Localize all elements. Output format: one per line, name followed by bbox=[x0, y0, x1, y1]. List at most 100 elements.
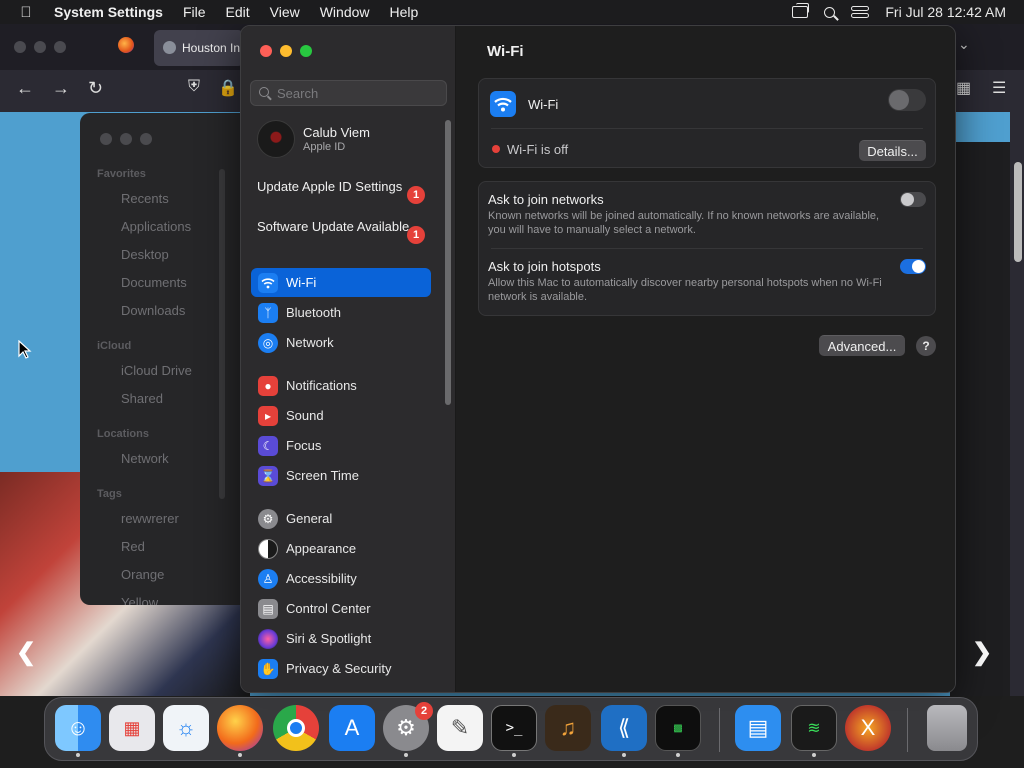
finder-item-network[interactable]: Network bbox=[121, 451, 169, 466]
sidebar-item-label: Network bbox=[286, 335, 334, 350]
sidebar-item-label: Bluetooth bbox=[286, 305, 341, 320]
moon-icon: ☾ bbox=[258, 435, 278, 456]
window-zoom-button[interactable] bbox=[300, 45, 312, 57]
trash-dock-icon[interactable] bbox=[927, 705, 967, 751]
finder-item-recents[interactable]: Recents bbox=[121, 191, 169, 206]
browser-close-button[interactable] bbox=[14, 41, 26, 53]
sidebar-item-general[interactable]: ⚙ General bbox=[251, 504, 431, 533]
sidebar-scrollbar[interactable] bbox=[445, 120, 451, 405]
window-close-button[interactable] bbox=[260, 45, 272, 57]
menu-help[interactable]: Help bbox=[380, 4, 429, 20]
finder-zoom-button[interactable] bbox=[140, 133, 152, 145]
terminal-dock-icon[interactable]: >_ bbox=[491, 705, 537, 751]
screen-mirroring-icon[interactable] bbox=[792, 3, 810, 18]
ask-hotspots-toggle[interactable] bbox=[900, 259, 926, 274]
settings-search-input[interactable]: Search bbox=[250, 80, 447, 106]
apple-menu-icon[interactable]:  bbox=[0, 4, 52, 21]
menu-window[interactable]: Window bbox=[310, 4, 380, 20]
page-title: Wi-Fi bbox=[487, 43, 524, 60]
sidebar-item-notifications[interactable]: ● Notifications bbox=[251, 371, 431, 400]
browser-scrollbar[interactable] bbox=[1014, 162, 1022, 262]
textedit-dock-icon[interactable]: ✎ bbox=[437, 705, 483, 751]
sidebar-item-control-center[interactable]: ▤ Control Center bbox=[251, 594, 431, 623]
control-center-icon: ▤ bbox=[258, 598, 278, 619]
running-indicator bbox=[238, 753, 242, 757]
firefox-dock-icon[interactable] bbox=[217, 705, 263, 751]
launchpad-dock-icon[interactable]: ▦ bbox=[109, 705, 155, 751]
window-minimize-button[interactable] bbox=[280, 45, 292, 57]
finder-dock-icon[interactable]: ☺ bbox=[55, 705, 101, 751]
finder-tag-red[interactable]: Red bbox=[121, 539, 145, 554]
control-center-icon[interactable] bbox=[851, 5, 870, 19]
sidebar-item-focus[interactable]: ☾ Focus bbox=[251, 431, 431, 460]
safari-dock-icon[interactable]: ☼ bbox=[163, 705, 209, 751]
finder-scrollbar[interactable] bbox=[219, 169, 225, 499]
advanced-button[interactable]: Advanced... bbox=[819, 335, 905, 356]
help-button[interactable]: ? bbox=[916, 336, 936, 356]
wifi-toggle[interactable] bbox=[888, 89, 926, 111]
menu-edit[interactable]: Edit bbox=[216, 4, 260, 20]
exec-dock-icon[interactable]: ▩ bbox=[655, 705, 701, 751]
browser-minimize-button[interactable] bbox=[34, 41, 46, 53]
finder-item-desktop[interactable]: Desktop bbox=[121, 247, 169, 262]
search-icon bbox=[259, 87, 269, 97]
sidebar-item-label: Privacy & Security bbox=[286, 661, 392, 676]
wifi-icon bbox=[490, 91, 516, 117]
back-arrow-icon[interactable]: ← bbox=[16, 78, 34, 99]
chrome-dock-icon[interactable] bbox=[273, 705, 319, 751]
browser-tab[interactable]: Houston In bbox=[154, 30, 244, 66]
finder-minimize-button[interactable] bbox=[120, 133, 132, 145]
sidebar-item-appearance[interactable]: Appearance bbox=[251, 534, 431, 563]
running-indicator bbox=[812, 753, 816, 757]
vscode-dock-icon[interactable]: ⟪ bbox=[601, 705, 647, 751]
firefox-tab-icon[interactable] bbox=[118, 37, 134, 53]
finder-tag-orange[interactable]: Orange bbox=[121, 567, 164, 582]
reload-icon[interactable]: ↻ bbox=[88, 78, 103, 99]
menu-file[interactable]: File bbox=[173, 4, 216, 20]
finder-item-icloud-drive[interactable]: iCloud Drive bbox=[121, 363, 192, 378]
sidebar-item-sound[interactable]: ▸ Sound bbox=[251, 401, 431, 430]
sidebar-item-screen-time[interactable]: ⌛ Screen Time bbox=[251, 461, 431, 490]
keynote-dock-icon[interactable]: ▤ bbox=[735, 705, 781, 751]
carousel-prev-arrow-icon[interactable]: ❮ bbox=[16, 638, 36, 667]
software-update-notice[interactable]: Software Update Available bbox=[257, 219, 427, 235]
lock-icon[interactable]: 🔒 bbox=[218, 78, 238, 98]
xquartz-dock-icon[interactable]: X bbox=[845, 705, 891, 751]
system-settings-dock-icon[interactable]: ⚙ 2 bbox=[383, 702, 433, 751]
finder-tag-rewwrerer[interactable]: rewwrerer bbox=[121, 511, 179, 526]
finder-item-applications[interactable]: Applications bbox=[121, 219, 191, 234]
finder-item-shared[interactable]: Shared bbox=[121, 391, 163, 406]
apple-id-profile[interactable]: Calub Viem Apple ID bbox=[257, 120, 437, 160]
carousel-next-arrow-icon[interactable]: ❯ bbox=[972, 638, 992, 667]
shield-icon[interactable]: ⛨ bbox=[188, 78, 200, 96]
finder-item-documents[interactable]: Documents bbox=[121, 275, 187, 290]
sidebar-item-bluetooth[interactable]: ᛉ Bluetooth bbox=[251, 298, 431, 327]
finder-close-button[interactable] bbox=[100, 133, 112, 145]
menu-app-name[interactable]: System Settings bbox=[52, 4, 173, 20]
app-store-dock-icon[interactable]: A bbox=[329, 705, 375, 751]
update-apple-id-notice[interactable]: Update Apple ID Settings bbox=[257, 179, 427, 195]
notice-badge: 1 bbox=[407, 186, 425, 204]
menubar-clock[interactable]: Fri Jul 28 12:42 AM bbox=[885, 4, 1006, 20]
sidebar-item-wifi[interactable]: Wi-Fi bbox=[251, 268, 431, 297]
sidebar-item-network[interactable]: ◎ Network bbox=[251, 328, 431, 357]
sidebar-item-accessibility[interactable]: ♙ Accessibility bbox=[251, 564, 431, 593]
garageband-dock-icon[interactable]: ♫ bbox=[545, 705, 591, 751]
spotlight-search-icon[interactable] bbox=[824, 6, 836, 18]
menu-view[interactable]: View bbox=[260, 4, 310, 20]
finder-item-downloads[interactable]: Downloads bbox=[121, 303, 185, 318]
activity-monitor-dock-icon[interactable]: ≋ bbox=[791, 705, 837, 751]
extensions-icon[interactable]: ▦ bbox=[956, 78, 971, 98]
tab-list-chevron-icon[interactable]: ⌄ bbox=[958, 36, 970, 53]
hamburger-menu-icon[interactable]: ☰ bbox=[992, 78, 1006, 98]
sidebar-item-siri-spotlight[interactable]: Siri & Spotlight bbox=[251, 624, 431, 653]
notice-label: Software Update Available bbox=[257, 219, 410, 234]
sidebar-item-privacy-security[interactable]: ✋ Privacy & Security bbox=[251, 654, 431, 683]
sidebar-item-label: General bbox=[286, 511, 333, 526]
finder-tag-yellow[interactable]: Yellow bbox=[121, 595, 158, 605]
forward-arrow-icon[interactable]: → bbox=[52, 78, 70, 99]
running-indicator bbox=[76, 753, 80, 757]
browser-zoom-button[interactable] bbox=[54, 41, 66, 53]
details-button[interactable]: Details... bbox=[859, 140, 926, 161]
ask-networks-toggle[interactable] bbox=[900, 192, 926, 207]
